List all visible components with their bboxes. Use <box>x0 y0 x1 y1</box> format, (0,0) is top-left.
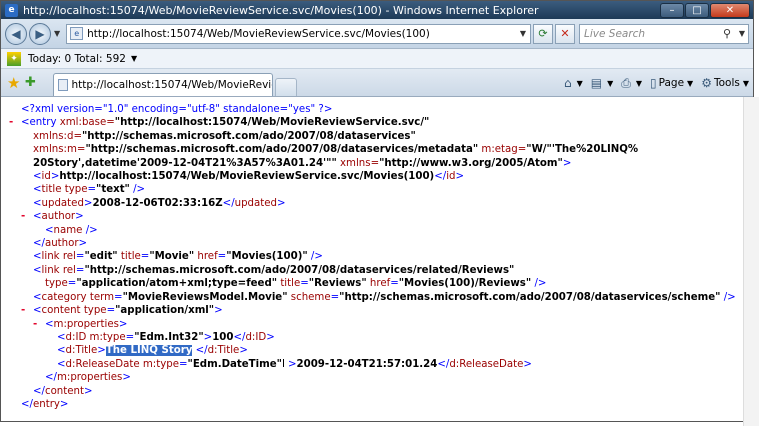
entry-id-text: http://localhost:15074/Web/MovieReviewSe… <box>59 171 435 183</box>
feeds-button[interactable]: ▤ ▼ <box>591 76 614 90</box>
xml-line: - <m:properties> <box>33 318 128 331</box>
address-url[interactable]: http://localhost:15074/Web/MovieReviewSe… <box>87 28 516 40</box>
xml-line: </entry> <box>21 398 69 410</box>
xml-line: <name /> <box>45 224 98 236</box>
search-icon[interactable]: ⚲ <box>718 27 736 40</box>
address-dropdown-icon[interactable]: ▼ <box>516 29 530 38</box>
xml-line: <d:ID m:type="Edm.Int32">100</d:ID> <box>57 331 275 343</box>
counter-text: Today: 0 Total: 592 <box>28 52 126 65</box>
close-button[interactable]: ✕ <box>710 2 750 18</box>
new-tab-button[interactable] <box>275 78 297 96</box>
xml-document-view: <?xml version="1.0" encoding="utf-8" sta… <box>0 97 743 426</box>
back-button[interactable]: ◀ <box>5 22 27 45</box>
title-bar: e http://localhost:15074/Web/MovieReview… <box>1 1 753 19</box>
navigation-bar: ◀ ▶ ▼ e http://localhost:15074/Web/Movie… <box>1 19 753 49</box>
xml-line: <link rel="edit" title="Movie" href="Mov… <box>33 251 323 263</box>
vertical-scrollbar[interactable] <box>743 97 759 426</box>
home-icon: ⌂ <box>563 76 572 90</box>
xml-line: <id>http://localhost:15074/Web/MovieRevi… <box>33 171 465 183</box>
collapse-toggle[interactable]: - <box>21 210 33 223</box>
xml-line: <?xml version="1.0" encoding="utf-8" sta… <box>9 103 743 116</box>
search-dropdown-icon[interactable]: ▼ <box>736 29 748 38</box>
tab-current[interactable]: http://localhost:15074/Web/MovieReviewSe… <box>53 73 273 96</box>
ie-logo-icon: e <box>5 3 18 17</box>
xml-line: <d:ReleaseDate m:type="Edm.DateTime"I >20… <box>57 358 532 370</box>
xml-line: xmlns:d="http://schemas.microsoft.com/ad… <box>33 130 416 142</box>
page-icon: e <box>70 27 84 40</box>
search-box[interactable]: Live Search ⚲ ▼ <box>579 23 749 44</box>
collapse-toggle[interactable]: - <box>21 304 33 317</box>
page-label: Page <box>658 77 685 89</box>
forward-button[interactable]: ▶ <box>29 22 51 45</box>
tab-label: http://localhost:15074/Web/MovieReviewSe… <box>71 79 272 91</box>
add-favorite-icon[interactable]: ✚ <box>25 73 43 93</box>
xml-line: <link rel="http://schemas.microsoft.com/… <box>33 264 515 276</box>
xml-line: 20Story',datetime'2009-12-04T21%3A57%3A0… <box>33 157 572 169</box>
entry-open-tag: <entry <box>21 117 57 129</box>
info-toolbar: ✦ Today: 0 Total: 592 ▼ <box>1 49 753 69</box>
xml-base-value: "http://localhost:15074/Web/MovieReviewS… <box>114 117 430 129</box>
collapse-toggle[interactable]: - <box>33 318 45 331</box>
xml-line: <d:Title>The LINQ Story </d:Title> <box>57 345 248 357</box>
page-icon: ▯ <box>650 76 657 90</box>
address-bar[interactable]: e http://localhost:15074/Web/MovieReview… <box>66 23 531 44</box>
page-menu[interactable]: ▯ Page ▼ <box>650 76 693 90</box>
tools-label: Tools <box>713 77 740 89</box>
stop-button[interactable]: ✕ <box>555 23 575 44</box>
xml-line: - <author> <box>21 210 84 223</box>
rss-icon: ▤ <box>590 76 603 90</box>
minimize-button[interactable]: – <box>660 2 684 18</box>
tab-page-icon <box>58 79 68 91</box>
xml-line: </author> <box>33 238 88 250</box>
collapse-toggle[interactable]: - <box>9 116 21 129</box>
counter-dropdown-icon[interactable]: ▼ <box>131 54 137 63</box>
tab-bar: ★ ✚ http://localhost:15074/Web/MovieRevi… <box>1 69 753 97</box>
xml-line: <category term="MovieReviewsModel.Movie"… <box>33 291 736 303</box>
release-date-value: 2009-12-04T21:57:01.24 <box>296 358 438 370</box>
window-controls: – □ ✕ <box>659 2 750 18</box>
tools-menu[interactable]: ⚙ Tools ▼ <box>701 76 749 90</box>
movie-id-value: 100 <box>212 331 234 343</box>
command-bar: ⌂ ▼ ▤ ▼ ⎙ ▼ ▯ Page ▼ ⚙ Tools ▼ <box>556 70 753 96</box>
window-title: http://localhost:15074/Web/MovieReviewSe… <box>23 3 539 17</box>
xml-line: type="application/atom+xml;type=feed" ti… <box>45 278 547 290</box>
xml-line: <title type="text" /> <box>33 184 146 196</box>
recent-pages-dropdown[interactable]: ▼ <box>54 29 60 38</box>
maximize-button[interactable]: □ <box>685 2 709 18</box>
xml-line: - <entry xml:base="http://localhost:15074… <box>9 116 430 129</box>
printer-icon: ⎙ <box>621 75 631 90</box>
favorites-star-icon[interactable]: ★ <box>7 73 25 93</box>
counter-icon: ✦ <box>7 51 21 66</box>
selected-title-text[interactable]: The LINQ Story <box>105 345 193 357</box>
xml-line: <updated>2008-12-06T02:33:16Z</updated> <box>33 197 286 209</box>
updated-text: 2008-12-06T02:33:16Z <box>92 197 223 209</box>
xml-declaration: <?xml version="1.0" encoding="utf-8" sta… <box>21 104 333 115</box>
gear-icon: ⚙ <box>701 76 712 90</box>
search-input[interactable]: Live Search <box>584 28 718 40</box>
xml-line: xmlns:m="http://schemas.microsoft.com/ad… <box>33 144 639 156</box>
home-button[interactable]: ⌂ ▼ <box>564 76 583 90</box>
refresh-button[interactable]: ⟳ <box>533 23 553 44</box>
xml-line: </m:properties> <box>45 372 131 384</box>
xml-line: - <content type="application/xml"> <box>21 304 223 317</box>
xml-line: </content> <box>33 385 93 397</box>
print-button[interactable]: ⎙ ▼ <box>621 76 642 91</box>
